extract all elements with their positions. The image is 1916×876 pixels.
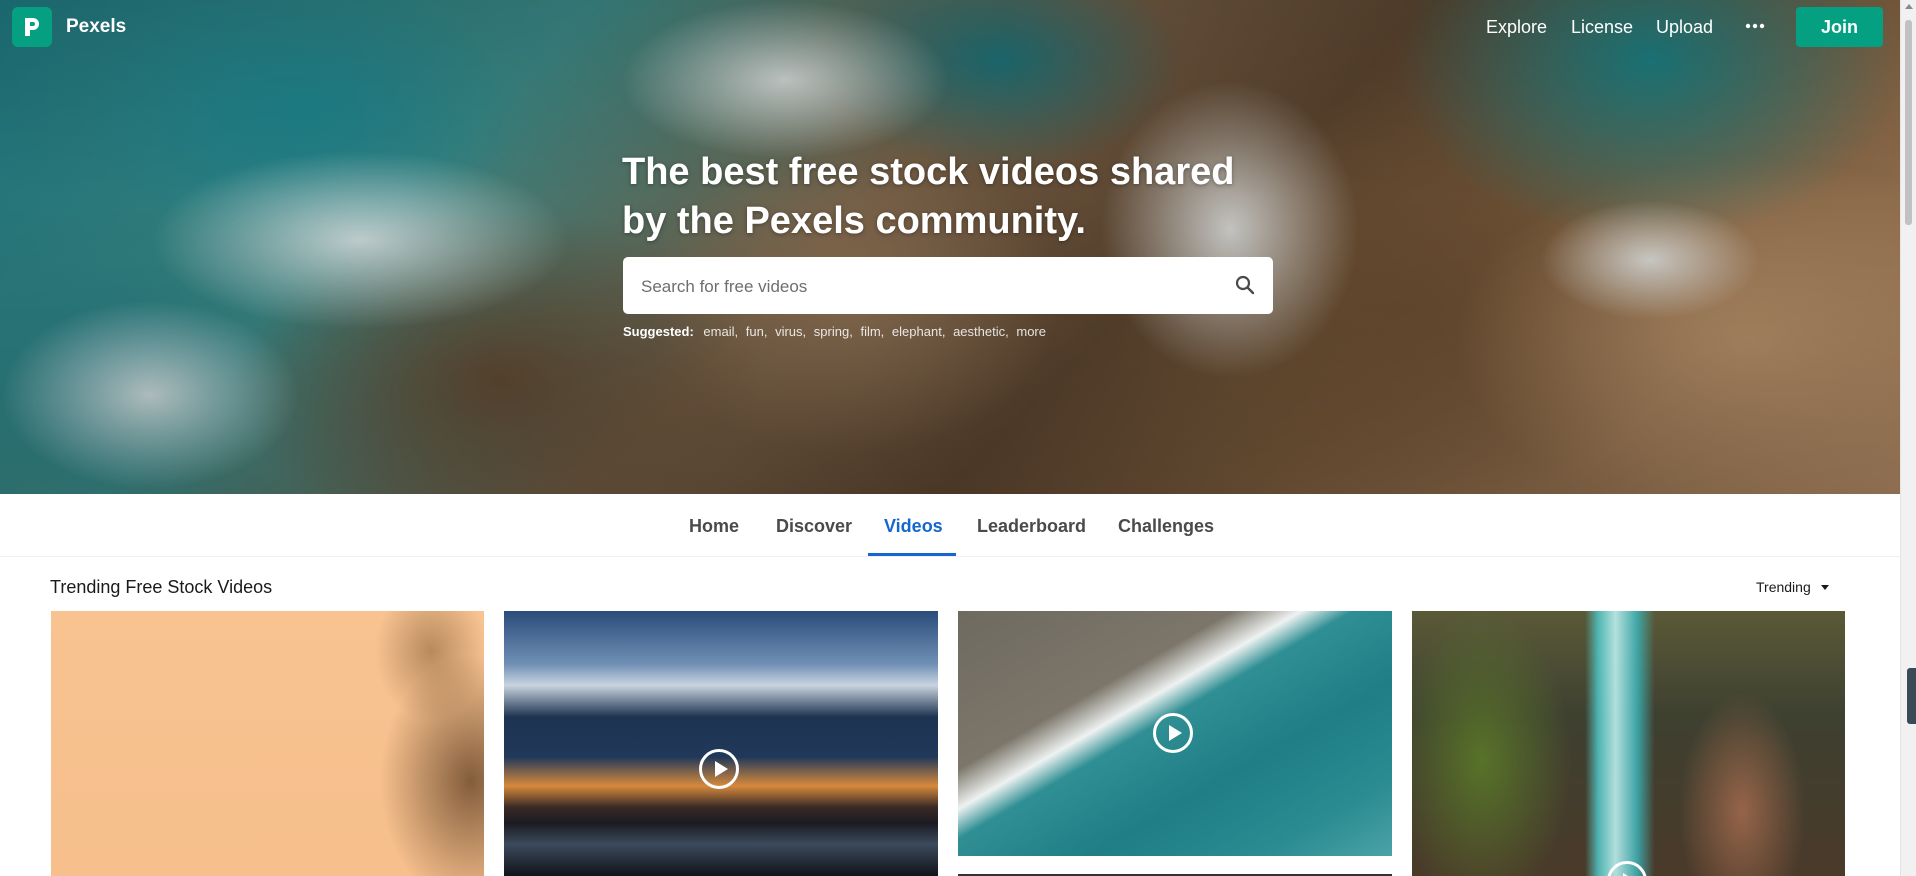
suggested-term[interactable]: fun	[746, 324, 764, 339]
section-title: Trending Free Stock Videos	[50, 577, 273, 597]
suggested-separator: ,	[763, 324, 768, 339]
hero-banner	[0, 0, 1900, 494]
hero-title: The best free stock videos shared by the…	[622, 151, 1235, 242]
section-tabs: Home Discover Videos Leaderboard Challen…	[0, 494, 1900, 557]
tab-challenges[interactable]: Challenges	[1118, 516, 1214, 537]
suggested-term[interactable]: elephant	[892, 324, 942, 339]
sort-dropdown[interactable]: Trending	[1756, 579, 1829, 595]
tab-discover[interactable]: Discover	[776, 516, 852, 537]
hero-overlay	[0, 0, 1900, 494]
video-thumbnail[interactable]	[1412, 611, 1845, 876]
more-horizontal-icon[interactable]	[1744, 16, 1766, 36]
search-input[interactable]	[639, 257, 1223, 316]
suggested-separator: ,	[941, 324, 946, 339]
sort-selected-value: Trending	[1756, 579, 1811, 595]
top-navigation: Pexels Explore License Upload Join	[0, 0, 1900, 54]
suggested-label: Suggested:	[623, 324, 694, 339]
pexels-logo-icon	[25, 18, 39, 36]
chevron-down-icon	[1820, 584, 1829, 590]
suggested-term[interactable]: aesthetic	[953, 324, 1005, 339]
play-icon[interactable]	[699, 749, 739, 789]
scrollbar-thumb[interactable]	[1905, 20, 1912, 225]
active-tab-indicator	[868, 553, 956, 556]
suggested-searches: Suggested: email, fun, virus, spring, fi…	[623, 324, 1046, 339]
pexels-logo[interactable]	[12, 7, 52, 47]
suggested-separator: ,	[849, 324, 853, 339]
suggested-separator: ,	[880, 324, 885, 339]
search-bar	[623, 257, 1273, 316]
video-thumbnail[interactable]	[51, 611, 484, 876]
brand-name[interactable]: Pexels	[66, 16, 126, 38]
suggested-term[interactable]: virus	[775, 324, 802, 339]
play-icon[interactable]	[1153, 713, 1193, 753]
side-feedback-tab[interactable]	[1907, 668, 1916, 724]
play-icon[interactable]	[1607, 861, 1647, 876]
page-scrollbar[interactable]	[1900, 0, 1916, 876]
tab-videos[interactable]: Videos	[884, 516, 943, 537]
suggested-separator: ,	[1005, 324, 1009, 339]
nav-license-link[interactable]: License	[1571, 17, 1633, 38]
tab-leaderboard[interactable]: Leaderboard	[977, 516, 1086, 537]
nav-upload-link[interactable]: Upload	[1656, 17, 1713, 38]
tab-home[interactable]: Home	[689, 516, 739, 537]
scroll-up-arrow-icon[interactable]	[1905, 4, 1913, 9]
video-thumbnail[interactable]	[504, 611, 938, 876]
suggested-term[interactable]: spring	[814, 324, 849, 339]
join-button[interactable]: Join	[1796, 7, 1883, 47]
suggested-separator: ,	[802, 324, 807, 339]
nav-explore-link[interactable]: Explore	[1486, 17, 1547, 38]
search-icon[interactable]	[1234, 274, 1256, 296]
suggested-term[interactable]: film	[860, 324, 880, 339]
suggested-term[interactable]: email	[703, 324, 734, 339]
suggested-separator: ,	[734, 324, 739, 339]
suggested-more-link[interactable]: more	[1016, 324, 1046, 339]
video-thumbnail[interactable]	[958, 611, 1392, 856]
